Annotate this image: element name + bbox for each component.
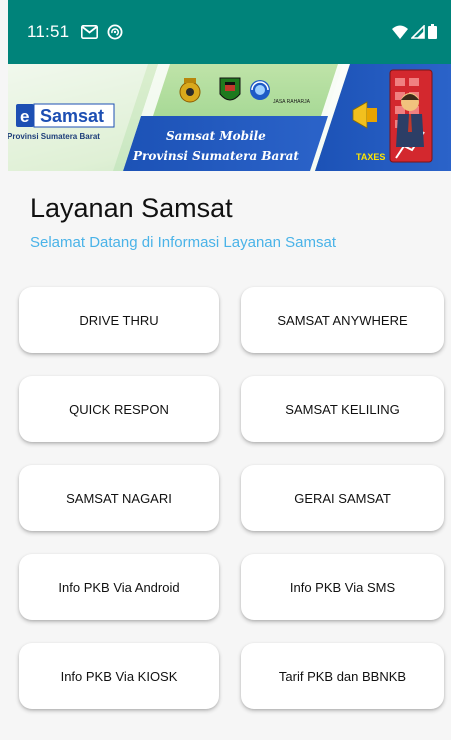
brand-region: Provinsi Sumatera Barat — [8, 132, 100, 141]
info-pkb-android-button[interactable]: Info PKB Via Android — [19, 554, 219, 620]
page-title: Layanan Samsat — [30, 193, 233, 223]
info-pkb-kiosk-button[interactable]: Info PKB Via KIOSK — [19, 643, 219, 709]
samsat-banner: e Samsat Provinsi Sumatera Barat JASA RA… — [8, 64, 451, 171]
drive-thru-button[interactable]: DRIVE THRU — [19, 287, 219, 353]
quick-respon-button[interactable]: QUICK RESPON — [19, 376, 219, 442]
banner-app-name-1: Samsat Mobile — [166, 129, 266, 143]
cellular-signal-icon — [411, 24, 425, 39]
samsat-keliling-button[interactable]: SAMSAT KELILING — [241, 376, 444, 442]
brand-name: Samsat — [40, 106, 104, 126]
gerai-samsat-button[interactable]: GERAI SAMSAT — [241, 465, 444, 531]
banner-graphic: e Samsat Provinsi Sumatera Barat JASA RA… — [8, 64, 451, 171]
status-time: 11:51 — [27, 22, 70, 41]
gmail-notification-icon — [81, 25, 99, 39]
wifi-icon — [392, 25, 408, 39]
page-subtitle: Selamat Datang di Informasi Layanan Sams… — [30, 234, 336, 251]
battery-icon — [428, 24, 437, 39]
app-screen: 11:51 e Samsat Provinsi Sumatera Barat J… — [0, 0, 451, 740]
info-pkb-sms-button[interactable]: Info PKB Via SMS — [241, 554, 444, 620]
taxes-label: TAXES — [356, 152, 385, 162]
samsat-anywhere-button[interactable]: SAMSAT ANYWHERE — [241, 287, 444, 353]
sync-notification-icon — [107, 24, 123, 40]
samsat-nagari-button[interactable]: SAMSAT NAGARI — [19, 465, 219, 531]
partner-label: JASA RAHARJA — [273, 99, 311, 105]
status-bar: 11:51 — [8, 0, 451, 64]
banner-app-name-2: Provinsi Sumatera Barat — [132, 149, 299, 163]
tarif-pkb-bbnkb-button[interactable]: Tarif PKB dan BBNKB — [241, 643, 444, 709]
brand-prefix: e — [20, 107, 29, 126]
status-icons — [392, 24, 437, 39]
